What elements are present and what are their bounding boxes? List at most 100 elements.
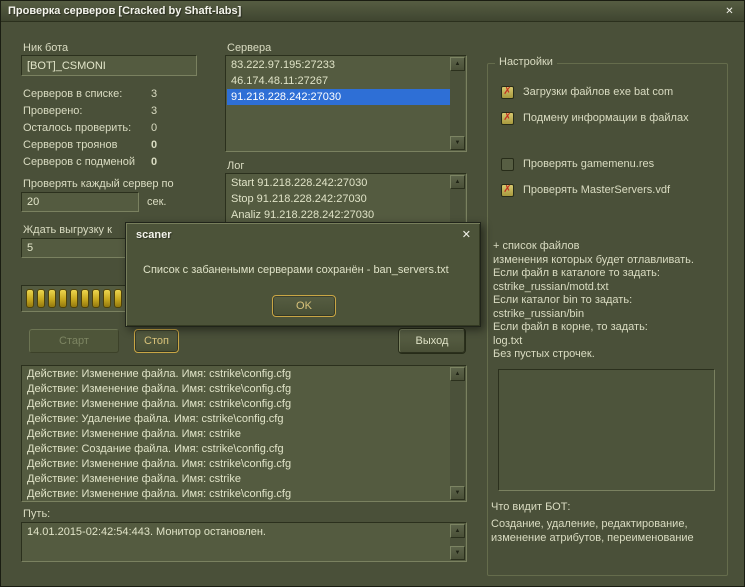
scroll-down-icon[interactable]: ▼ [450, 546, 465, 560]
checkbox-icon[interactable]: ✗ [501, 111, 514, 125]
help-line: cstrike_russian/motd.txt [493, 280, 609, 293]
list-item[interactable]: Действие: Изменение файла. Имя: cstrike\… [23, 487, 450, 500]
interval-label: Проверять каждый сервер по [23, 178, 174, 190]
ok-button-label: OK [296, 300, 312, 312]
scroll-up-icon[interactable]: ▲ [450, 367, 465, 381]
checkbox-label: Проверять MasterServers.vdf [523, 184, 671, 196]
stat-row: Серверов с подменой 0 [23, 156, 199, 173]
stat-value: 3 [151, 105, 158, 117]
start-button[interactable]: Старт [29, 329, 119, 353]
interval-input[interactable]: 20 [21, 192, 139, 212]
progress-block [114, 289, 122, 308]
close-icon[interactable]: ✕ [722, 4, 737, 19]
checkbox-row-masterservers[interactable]: ✗ Проверять MasterServers.vdf [501, 183, 670, 197]
help-line: Если файл в корне, то задать: [493, 321, 648, 333]
ok-button[interactable]: OK [272, 295, 336, 317]
progress-block [81, 289, 89, 308]
title-bar[interactable]: Проверка серверов [Cracked by Shaft-labs… [1, 1, 744, 22]
stat-label: Серверов с подменой [23, 156, 135, 168]
checkbox-icon[interactable] [501, 157, 514, 171]
list-item[interactable]: Действие: Изменение файла. Имя: cstrike\… [23, 367, 450, 382]
list-item[interactable]: Действие: Удаление файла. Имя: cstrike\c… [23, 412, 450, 427]
settings-help-text: + список файлов изменения которых будет о… [493, 240, 694, 362]
arrow-up-glyph: ▲ [454, 528, 461, 534]
stop-button[interactable]: Стоп [134, 329, 179, 353]
actions-list[interactable]: Действие: Изменение файла. Имя: cstrike\… [21, 365, 467, 502]
list-item[interactable]: 91.218.228.242:27030 [227, 89, 450, 105]
wait-input[interactable]: 5 [21, 238, 139, 258]
stat-value: 3 [151, 88, 158, 100]
stat-row: Проверено: 3 [23, 105, 199, 122]
scroll-up-icon[interactable]: ▲ [450, 175, 465, 189]
help-line: Если файл в каталоге то задать: [493, 267, 660, 279]
help-line: Если каталог bin то задать: [493, 294, 633, 306]
bot-nick-value: [BOT]_CSMONI [27, 59, 106, 72]
path-list[interactable]: 14.01.2015-02:42:54:443. Монитор останов… [21, 522, 467, 562]
list-item[interactable]: Действие: Изменение файла. Имя: cstrike\… [23, 397, 450, 412]
actions-scrollbar[interactable]: ▲ ▼ [450, 367, 465, 500]
window-title: Проверка серверов [Cracked by Shaft-labs… [8, 5, 242, 17]
progress-block [48, 289, 56, 308]
list-item[interactable]: Analiz 91.218.228.242:27030 [227, 207, 450, 223]
exit-button[interactable]: Выход [399, 329, 465, 353]
path-label: Путь: [23, 508, 51, 520]
stat-label: Проверено: [23, 105, 83, 117]
progress-block [92, 289, 100, 308]
list-item[interactable]: Stop 91.218.228.242:27030 [227, 191, 450, 207]
list-item[interactable]: 83.222.97.195:27233 [227, 57, 450, 73]
checkbox-icon[interactable]: ✗ [501, 85, 514, 99]
list-item[interactable]: Действие: Создание файла. Имя: cstrike\c… [23, 442, 450, 457]
arrow-up-glyph: ▲ [454, 61, 461, 67]
stat-row: Серверов троянов 0 [23, 139, 199, 156]
list-item[interactable]: Действие: Изменение файла. Имя: cstrike\… [23, 382, 450, 397]
list-item[interactable]: 46.174.48.11:27267 [227, 73, 450, 89]
path-scrollbar[interactable]: ▲ ▼ [450, 524, 465, 560]
app-window: Проверка серверов [Cracked by Shaft-labs… [0, 0, 745, 587]
checkbox-row-gamemenu[interactable]: Проверять gamemenu.res [501, 157, 654, 171]
list-item[interactable]: Действие: Изменение файла. Имя: cstrike [23, 472, 450, 487]
dialog-message: Список с забанеными серверами сохранён -… [143, 264, 449, 276]
scaner-dialog: scaner ✕ Список с забанеными серверами с… [125, 222, 481, 327]
dialog-title: scaner [136, 229, 172, 241]
servers-scrollbar[interactable]: ▲ ▼ [450, 57, 465, 150]
scroll-up-icon[interactable]: ▲ [450, 524, 465, 538]
list-item[interactable]: Действие: Изменение файла. Имя: cstrike [23, 427, 450, 442]
log-label: Лог [227, 160, 245, 172]
progress-block [37, 289, 45, 308]
nick-label: Ник бота [23, 42, 69, 54]
scroll-down-icon[interactable]: ▼ [450, 136, 465, 150]
list-item[interactable]: Start 91.218.228.242:27030 [227, 175, 450, 191]
wait-value: 5 [27, 242, 34, 254]
arrow-down-glyph: ▼ [454, 490, 461, 496]
list-item[interactable]: Действие: Изменение файла. Имя: cstrike\… [23, 457, 450, 472]
bot-nick-input[interactable]: [BOT]_CSMONI [21, 55, 197, 76]
arrow-up-glyph: ▲ [454, 179, 461, 185]
checkbox-row-file-info-spoof[interactable]: ✗ Подмену информации в файлах [501, 111, 689, 125]
help-line: изменения которых будет отлавливать. [493, 253, 694, 266]
servers-label: Сервера [227, 42, 272, 54]
scroll-up-icon[interactable]: ▲ [450, 57, 465, 71]
scroll-down-icon[interactable]: ▼ [450, 486, 465, 500]
stop-button-label: Стоп [144, 335, 169, 347]
list-item[interactable]: 14.01.2015-02:42:54:443. Монитор останов… [23, 524, 450, 540]
dialog-close-icon[interactable]: ✕ [462, 228, 471, 241]
stats-panel: Серверов в списке: 3 Проверено: 3 Осталось п… [23, 88, 199, 173]
checkbox-label: Проверять gamemenu.res [523, 158, 655, 170]
servers-list[interactable]: 83.222.97.195:27233 46.174.48.11:27267 91.… [225, 55, 467, 152]
progress-block [26, 289, 34, 308]
help-line: + список файлов [493, 240, 580, 252]
wait-label: Ждать выгрузку к [23, 224, 112, 236]
arrow-up-glyph: ▲ [454, 371, 461, 377]
bot-sees-label: Что видит БОТ: [491, 501, 571, 513]
progress-block [70, 289, 78, 308]
checkbox-row-download-exe[interactable]: ✗ Загрузки файлов exe bat com [501, 85, 673, 99]
checkbox-label: Подмену информации в файлах [523, 112, 689, 124]
checkbox-label: Загрузки файлов exe bat com [523, 86, 674, 98]
arrow-down-glyph: ▼ [454, 140, 461, 146]
interval-unit-label: сек. [147, 196, 167, 208]
files-textarea[interactable] [498, 369, 715, 491]
stat-value: 0 [151, 139, 158, 151]
stat-label: Осталось проверить: [23, 122, 132, 134]
checkbox-icon[interactable]: ✗ [501, 183, 514, 197]
stat-row: Серверов в списке: 3 [23, 88, 199, 105]
